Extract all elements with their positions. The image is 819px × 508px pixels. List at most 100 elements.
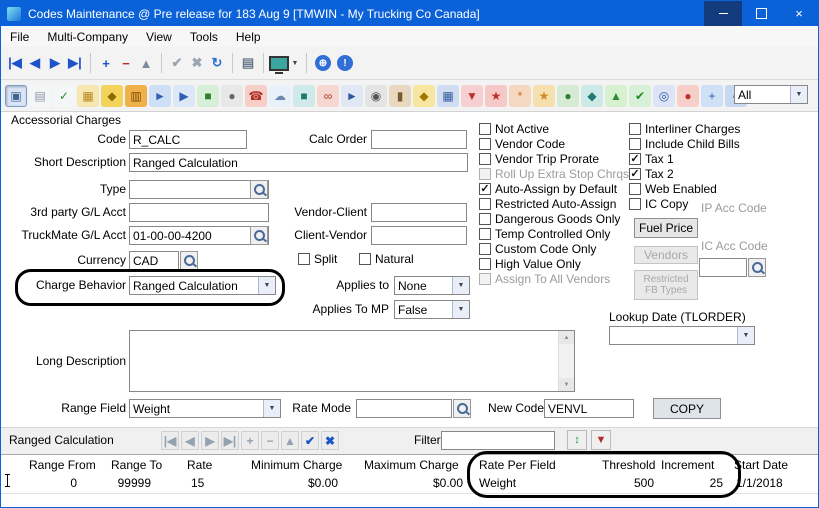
pin-icon[interactable]: ▼ [461, 85, 483, 107]
option-checkbox[interactable]: Assign To All Vendors [479, 272, 629, 285]
col-header-maximum-charge[interactable]: Maximum Charge [364, 458, 459, 472]
flags-icon[interactable]: ► [341, 85, 363, 107]
menu-item[interactable]: Multi-Company [38, 28, 137, 46]
col-header-rate[interactable]: Rate [187, 458, 212, 472]
chevron-down-icon[interactable] [258, 277, 275, 294]
table-row[interactable]: 0 99999 15 $0.00 $0.00 Weight 500 25 1/1… [1, 473, 818, 494]
phone-icon[interactable]: ☎ [245, 85, 267, 107]
insert-record-icon[interactable]: + [96, 52, 116, 74]
info-icon[interactable]: ! [337, 55, 353, 71]
prior-record-icon[interactable]: ◀ [25, 52, 45, 74]
delete-record-icon[interactable]: − [116, 52, 136, 74]
star-orange-icon[interactable]: ★ [533, 85, 555, 107]
truckmate-gl-input[interactable]: 01-00-00-4200 [129, 226, 269, 245]
flag-blue-icon[interactable]: ► [149, 85, 171, 107]
option-checkbox[interactable]: Roll Up Extra Stop Chrqs [479, 167, 629, 180]
close-button[interactable]: × [780, 1, 818, 26]
col-header-start-date[interactable]: Start Date [734, 458, 788, 472]
grid-cancel-icon[interactable]: ✖ [321, 431, 339, 450]
short-description-input[interactable]: Ranged Calculation [129, 153, 468, 172]
range-field-select[interactable]: Weight [129, 399, 281, 418]
option-checkbox[interactable]: Tax 2 [629, 167, 740, 180]
restricted-fb-types-button[interactable]: Restricted FB Types [634, 270, 698, 300]
notes-icon[interactable]: ▤ [29, 85, 51, 107]
applies-to-mp-select[interactable]: False [394, 300, 470, 319]
fuel-price-button[interactable]: Fuel Price [634, 218, 698, 238]
grid-delete-icon[interactable]: − [261, 431, 279, 450]
col-header-range-to[interactable]: Range To [111, 458, 162, 472]
settings-icon[interactable]: ◎ [653, 85, 675, 107]
camera-icon[interactable]: ◉ [365, 85, 387, 107]
currency-lookup-button[interactable] [180, 251, 198, 270]
first-record-icon[interactable]: |◀ [5, 52, 25, 74]
grid-insert-icon[interactable]: + [241, 431, 259, 450]
burst-icon[interactable]: * [509, 85, 531, 107]
company-icon[interactable]: ▦ [437, 85, 459, 107]
next-record-icon[interactable]: ▶ [45, 52, 65, 74]
type-lookup-button[interactable] [250, 180, 268, 199]
checklist-icon[interactable]: ✓ [53, 85, 75, 107]
new-code-input[interactable]: VENVL [544, 399, 634, 418]
ledger-icon[interactable]: ▥ [125, 85, 147, 107]
option-checkbox[interactable]: Interliner Charges [629, 122, 740, 135]
star-red-icon[interactable]: ★ [485, 85, 507, 107]
grid-last-icon[interactable]: ▶| [221, 431, 239, 450]
lookup-date-select[interactable] [609, 326, 755, 345]
type-input[interactable] [129, 180, 269, 199]
option-checkbox[interactable]: Not Active [479, 122, 629, 135]
sort-rows-button[interactable]: ↕ [567, 430, 587, 450]
vendor-client-input[interactable] [371, 203, 467, 222]
col-header-minimum-charge[interactable]: Minimum Charge [251, 458, 342, 472]
grid-prior-icon[interactable]: ◀ [181, 431, 199, 450]
ic-acc-code-input[interactable] [699, 258, 747, 277]
forward-icon[interactable]: ▶ [173, 85, 195, 107]
option-checkbox[interactable]: Custom Code Only [479, 242, 629, 255]
contact-icon[interactable]: ● [221, 85, 243, 107]
third-party-gl-input[interactable] [129, 203, 269, 222]
codes-tab-icon[interactable]: ▣ [5, 85, 27, 107]
car-icon[interactable]: ● [677, 85, 699, 107]
codes-filter-select[interactable]: All [734, 85, 808, 104]
option-checkbox[interactable]: Web Enabled [629, 182, 740, 195]
chevron-down-icon[interactable] [452, 277, 469, 294]
menu-item[interactable]: Help [227, 28, 270, 46]
copy-button[interactable]: COPY [653, 398, 721, 419]
approve-icon[interactable]: ✔ [629, 85, 651, 107]
link-icon[interactable]: ∞ [317, 85, 339, 107]
menu-item[interactable]: File [1, 28, 38, 46]
refresh-icon[interactable]: ↻ [207, 52, 227, 74]
shield-icon[interactable]: ◆ [101, 85, 123, 107]
scrollbar[interactable] [558, 331, 574, 391]
calendar-icon[interactable]: ▦ [77, 85, 99, 107]
arrow-up-green-icon[interactable]: ▲ [605, 85, 627, 107]
option-checkbox[interactable]: Restricted Auto-Assign [479, 197, 629, 210]
maximize-button[interactable] [742, 1, 780, 26]
filter-options-button[interactable]: ▼ [591, 430, 611, 450]
option-checkbox[interactable]: Vendor Trip Prorate [479, 152, 629, 165]
gift-icon[interactable]: ◆ [581, 85, 603, 107]
globe-icon[interactable]: ⊕ [315, 55, 331, 71]
code-input[interactable]: R_CALC [129, 130, 247, 149]
coins-icon[interactable]: ◆ [413, 85, 435, 107]
rate-mode-input[interactable] [356, 399, 452, 418]
truck-icon[interactable]: ■ [197, 85, 219, 107]
charge-behavior-select[interactable]: Ranged Calculation [129, 276, 276, 295]
long-description-textarea[interactable] [129, 330, 575, 392]
truckmate-gl-lookup-button[interactable] [250, 226, 268, 245]
col-header-rate-per-field[interactable]: Rate Per Field [479, 458, 556, 472]
chevron-down-icon[interactable] [452, 301, 469, 318]
currency-input[interactable]: CAD [129, 251, 179, 270]
scroll-down-icon[interactable] [559, 378, 574, 391]
cancel-edit-icon[interactable]: ✖ [187, 52, 207, 74]
last-record-icon[interactable]: ▶| [65, 52, 85, 74]
screen-dropdown-button[interactable] [289, 52, 301, 74]
chevron-down-icon[interactable] [790, 86, 807, 103]
people-icon[interactable]: ● [557, 85, 579, 107]
save-icon[interactable]: ■ [293, 85, 315, 107]
rate-mode-lookup-button[interactable] [453, 399, 471, 418]
natural-checkbox[interactable]: Natural [359, 252, 414, 265]
edit-record-icon[interactable]: ▲ [136, 52, 156, 74]
option-checkbox[interactable]: Tax 1 [629, 152, 740, 165]
calc-order-input[interactable] [371, 130, 467, 149]
option-checkbox[interactable]: Dangerous Goods Only [479, 212, 629, 225]
